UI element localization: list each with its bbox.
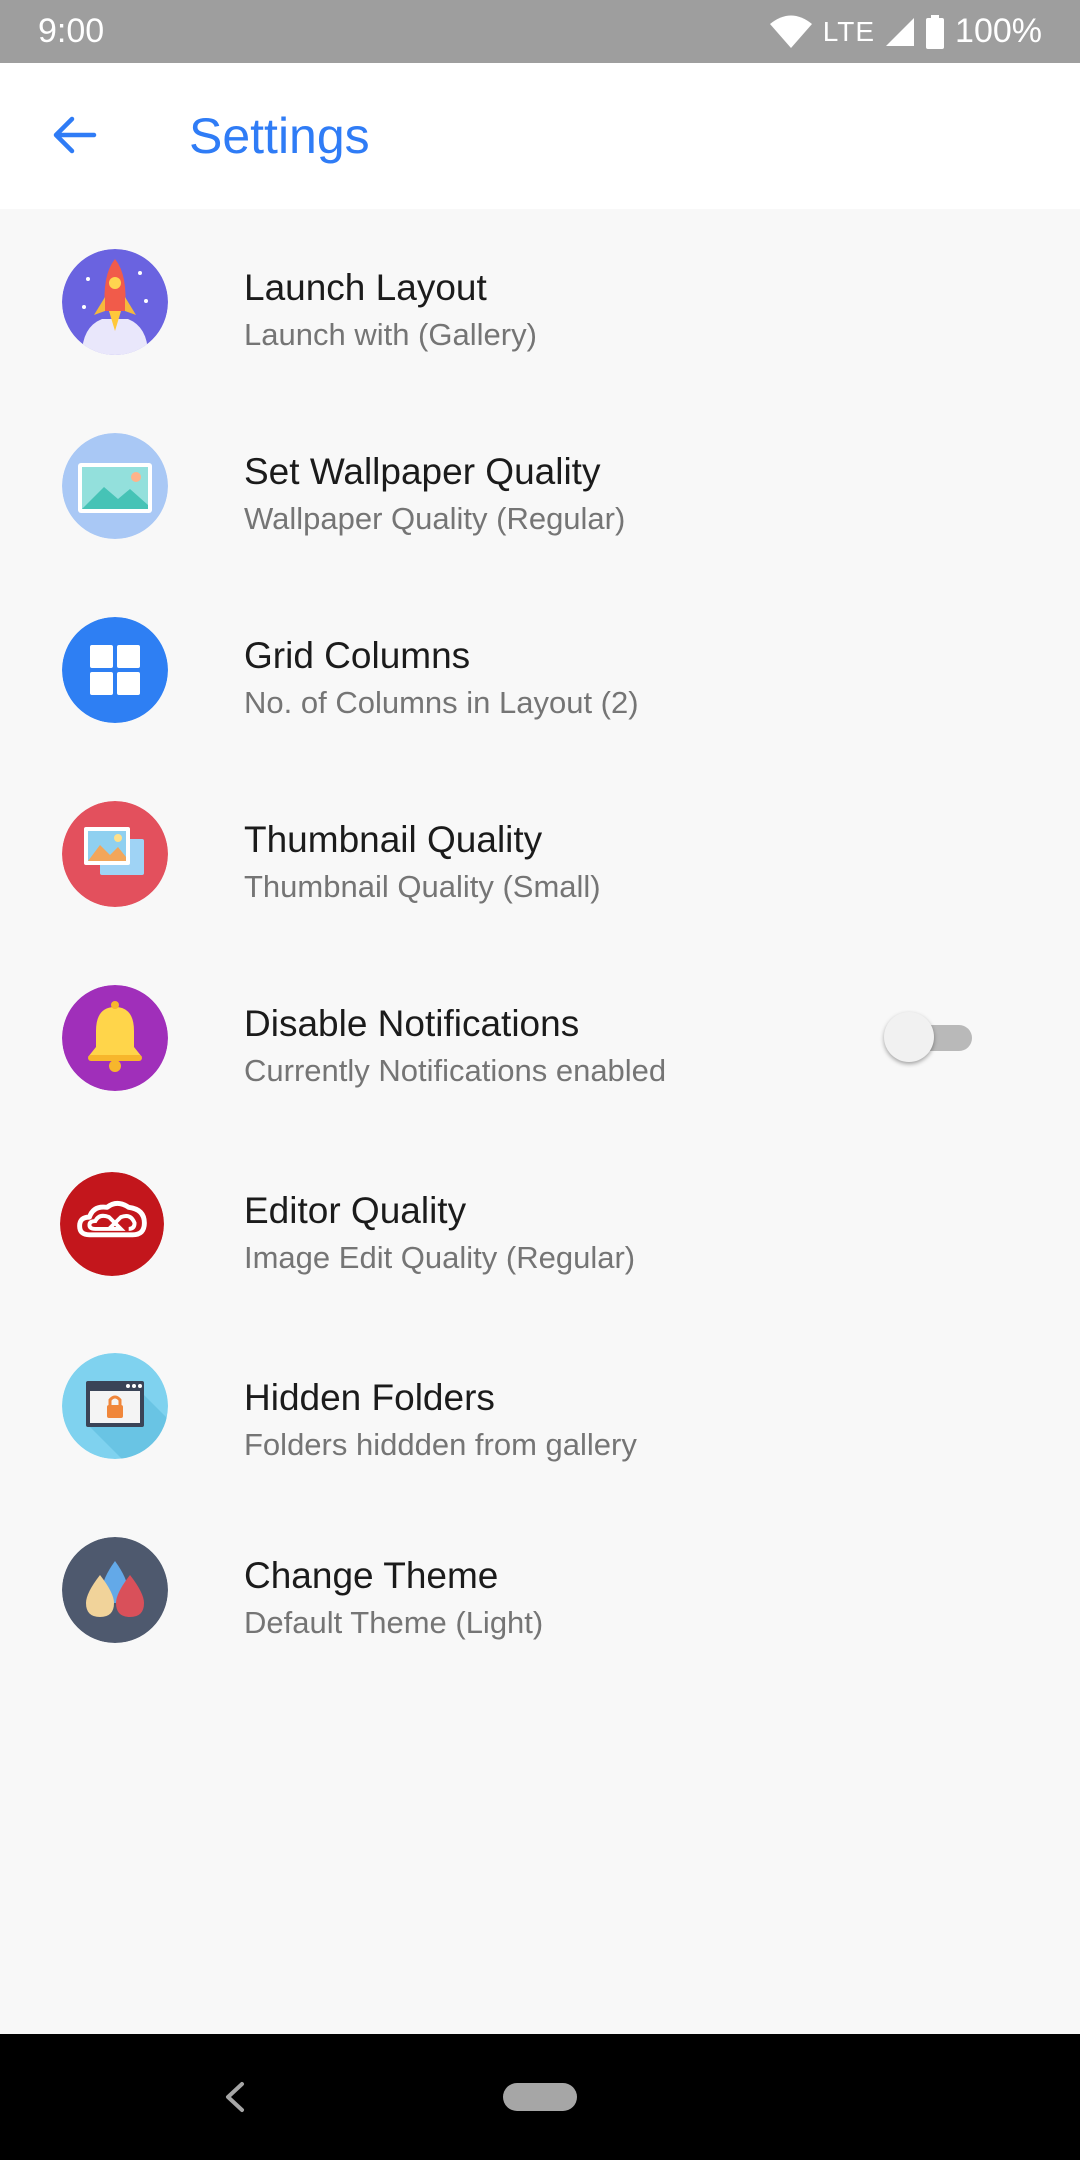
rocket-icon [62,249,168,355]
wallpaper-icon [62,433,168,539]
home-pill-icon[interactable] [503,2083,577,2111]
status-time: 9:00 [38,12,105,50]
battery-icon [925,14,945,49]
setting-title: Change Theme [244,1555,499,1596]
setting-subtitle: Folders hiddden from gallery [244,1427,637,1462]
setting-wallpaper-quality[interactable]: Set Wallpaper Quality Wallpaper Quality … [0,393,1080,577]
setting-thumbnail-quality[interactable]: Thumbnail Quality Thumbnail Quality (Sma… [0,761,1080,945]
app-bar: Settings [0,63,1080,209]
toggle-thumb [884,1012,934,1062]
setting-title: Disable Notifications [244,1003,580,1044]
setting-title: Hidden Folders [244,1377,495,1418]
status-icons: LTE 100% [769,12,1042,51]
setting-subtitle: Currently Notifications enabled [244,1053,667,1088]
signal-icon [885,17,915,47]
grid-icon [62,617,168,723]
setting-subtitle: Default Theme (Light) [244,1605,544,1640]
setting-disable-notifications[interactable]: Disable Notifications Currently Notifica… [0,945,1080,1129]
notifications-toggle[interactable] [884,1009,974,1065]
battery-percent: 100% [955,12,1042,50]
setting-subtitle: Thumbnail Quality (Small) [244,869,601,904]
bell-icon [62,985,168,1091]
setting-subtitle: Image Edit Quality (Regular) [244,1240,636,1275]
setting-title: Editor Quality [244,1190,467,1231]
setting-change-theme[interactable]: Change Theme Default Theme (Light) [0,1497,1080,1681]
setting-title: Launch Layout [244,267,487,308]
arrow-back-icon [50,111,98,164]
nav-back-button[interactable] [214,2074,254,2120]
wifi-icon [769,15,813,49]
locked-window-icon [62,1353,168,1459]
setting-title: Thumbnail Quality [244,819,543,860]
setting-editor-quality[interactable]: Editor Quality Image Edit Quality (Regul… [0,1129,1080,1313]
setting-hidden-folders[interactable]: Hidden Folders Folders hiddden from gall… [0,1313,1080,1497]
color-drops-icon [62,1537,168,1643]
setting-grid-columns[interactable]: Grid Columns No. of Columns in Layout (2… [0,577,1080,761]
thumbnail-icon [62,801,168,907]
system-nav-bar [0,2034,1080,2160]
back-button[interactable] [40,103,108,171]
setting-subtitle: No. of Columns in Layout (2) [244,685,639,720]
status-bar: 9:00 LTE 100% [0,0,1080,63]
setting-title: Grid Columns [244,635,471,676]
setting-title: Set Wallpaper Quality [244,451,601,492]
network-type: LTE [822,15,876,47]
setting-subtitle: Launch with (Gallery) [244,317,537,352]
setting-subtitle: Wallpaper Quality (Regular) [244,501,626,536]
setting-launch-layout[interactable]: Launch Layout Launch with (Gallery) [0,209,1080,393]
nav-back-icon [214,2082,254,2124]
creative-cloud-icon [60,1172,164,1276]
page-title: Settings [189,108,370,164]
